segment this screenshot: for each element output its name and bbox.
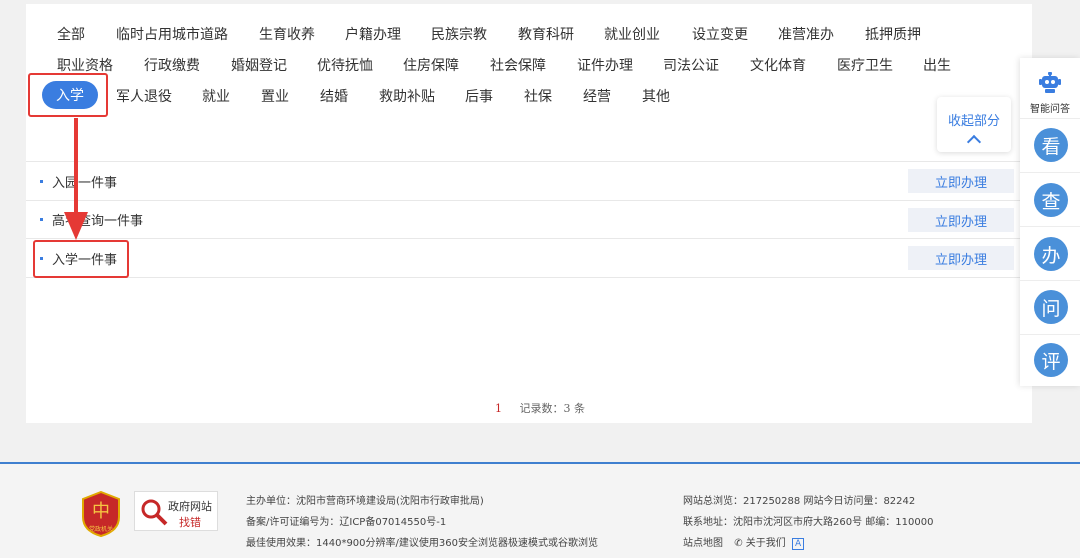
best-view-text: 最佳使用效果：1440*900分辨率/建议使用360安全浏览器极速模式或谷歌浏览: [246, 538, 598, 549]
sitemap-link[interactable]: 站点地图: [683, 538, 723, 549]
annotation-box-active-tab: [28, 73, 108, 117]
category-tab[interactable]: 军人退役: [116, 86, 172, 106]
list-divider: [26, 238, 1032, 239]
bullet-icon: [40, 179, 43, 183]
list-divider: [26, 161, 1032, 162]
category-tab[interactable]: 临时占用城市道路: [116, 24, 228, 44]
accessibility-icon[interactable]: A: [791, 538, 805, 550]
category-tab[interactable]: 行政缴费: [144, 55, 200, 75]
category-tab[interactable]: 就业创业: [604, 24, 660, 44]
logo-text-line2: 找错: [179, 516, 201, 529]
category-tab[interactable]: 司法公证: [663, 55, 719, 75]
footer-links: 站点地图 ✆ 关于我们 A: [683, 534, 805, 550]
category-tab[interactable]: 救助补贴: [379, 86, 435, 106]
phone-icon: ✆: [734, 538, 743, 549]
category-tab[interactable]: 经营: [583, 86, 611, 106]
sidebar-view-button[interactable]: 看: [1034, 128, 1068, 162]
list-divider: [26, 277, 1032, 278]
address-text: 联系地址：沈阳市沈河区市府大路260号 邮编：110000: [683, 517, 934, 528]
sponsor-text: 主办单位：沈阳市营商环境建设局(沈阳市行政审批局): [246, 496, 484, 507]
category-tab[interactable]: 婚姻登记: [231, 55, 287, 75]
logo-text-line1: 政府网站: [168, 500, 212, 513]
list-item[interactable]: 高考查询一件事: [40, 209, 143, 229]
category-tab[interactable]: 就业: [202, 86, 230, 106]
magnifier-icon: [141, 499, 168, 526]
chevron-up-icon: [966, 134, 982, 150]
divider: [1020, 334, 1080, 335]
smart-qa-button[interactable]: 智能问答: [1020, 71, 1080, 115]
category-tab[interactable]: 抵押质押: [865, 24, 921, 44]
list-item-title: 高考查询一件事: [52, 213, 144, 229]
smart-qa-label: 智能问答: [1030, 104, 1070, 115]
collapse-button[interactable]: 收起部分: [937, 97, 1011, 152]
floating-sidebar: 智能问答 看 查 办 问 评: [1020, 58, 1080, 386]
gov-site-error-report-logo[interactable]: 政府网站 找错: [134, 491, 218, 531]
page-number[interactable]: 1: [495, 402, 502, 415]
pagination: 1 记录数：3 条: [0, 400, 1080, 416]
category-tab[interactable]: 户籍办理: [345, 24, 401, 44]
icp-text: 备案/许可证编号为：辽ICP备07014550号-1: [246, 517, 447, 528]
category-tab[interactable]: 社会保障: [490, 55, 546, 75]
sidebar-review-button[interactable]: 评: [1034, 343, 1068, 377]
record-count: 记录数：3 条: [519, 402, 586, 415]
bullet-icon: [40, 217, 43, 221]
party-government-logo[interactable]: 中 党政机关: [80, 491, 122, 537]
svg-text:中: 中: [92, 501, 110, 522]
svg-text:党政机关: 党政机关: [89, 525, 113, 533]
category-tab[interactable]: 全部: [57, 24, 85, 44]
category-tab[interactable]: 其他: [642, 86, 670, 106]
category-tab[interactable]: 住房保障: [403, 55, 459, 75]
visits-text: 网站总浏览：217250288 网站今日访问量：82242: [683, 496, 916, 507]
category-tab[interactable]: 优待抚恤: [317, 55, 373, 75]
footer: 中 党政机关 政府网站 找错 主办单位：沈阳市营商环境建设局(沈阳市行政审批局)…: [0, 462, 1080, 558]
category-tab[interactable]: 出生: [923, 55, 951, 75]
divider: [1020, 226, 1080, 227]
apply-now-button[interactable]: 立即办理: [908, 169, 1014, 193]
apply-now-button[interactable]: 立即办理: [908, 208, 1014, 232]
category-tab[interactable]: 教育科研: [518, 24, 574, 44]
about-link[interactable]: 关于我们: [746, 538, 786, 549]
category-tab[interactable]: 设立变更: [692, 24, 748, 44]
category-tab[interactable]: 准营准办: [778, 24, 834, 44]
apply-now-button[interactable]: 立即办理: [908, 246, 1014, 270]
category-tab[interactable]: 医疗卫生: [837, 55, 893, 75]
category-tab[interactable]: 职业资格: [57, 55, 113, 75]
category-tab[interactable]: 证件办理: [577, 55, 633, 75]
divider: [1020, 172, 1080, 173]
category-tab[interactable]: 生育收养: [259, 24, 315, 44]
category-tab[interactable]: 结婚: [320, 86, 348, 106]
robot-icon: [1039, 71, 1061, 93]
category-tab[interactable]: 置业: [261, 86, 289, 106]
sidebar-handle-button[interactable]: 办: [1034, 237, 1068, 271]
list-item[interactable]: 入园一件事: [40, 171, 117, 191]
sidebar-ask-button[interactable]: 问: [1034, 290, 1068, 324]
sidebar-search-button[interactable]: 查: [1034, 183, 1068, 217]
collapse-label: 收起部分: [947, 114, 1000, 129]
category-tab[interactable]: 文化体育: [750, 55, 806, 75]
list-divider: [26, 200, 1032, 201]
list-item-title: 入园一件事: [52, 175, 118, 191]
divider: [1020, 280, 1080, 281]
category-tab[interactable]: 社保: [524, 86, 552, 106]
annotation-box-item: [33, 240, 129, 278]
category-tab[interactable]: 后事: [465, 86, 493, 106]
category-tab[interactable]: 民族宗教: [431, 24, 487, 44]
divider: [1020, 118, 1080, 119]
